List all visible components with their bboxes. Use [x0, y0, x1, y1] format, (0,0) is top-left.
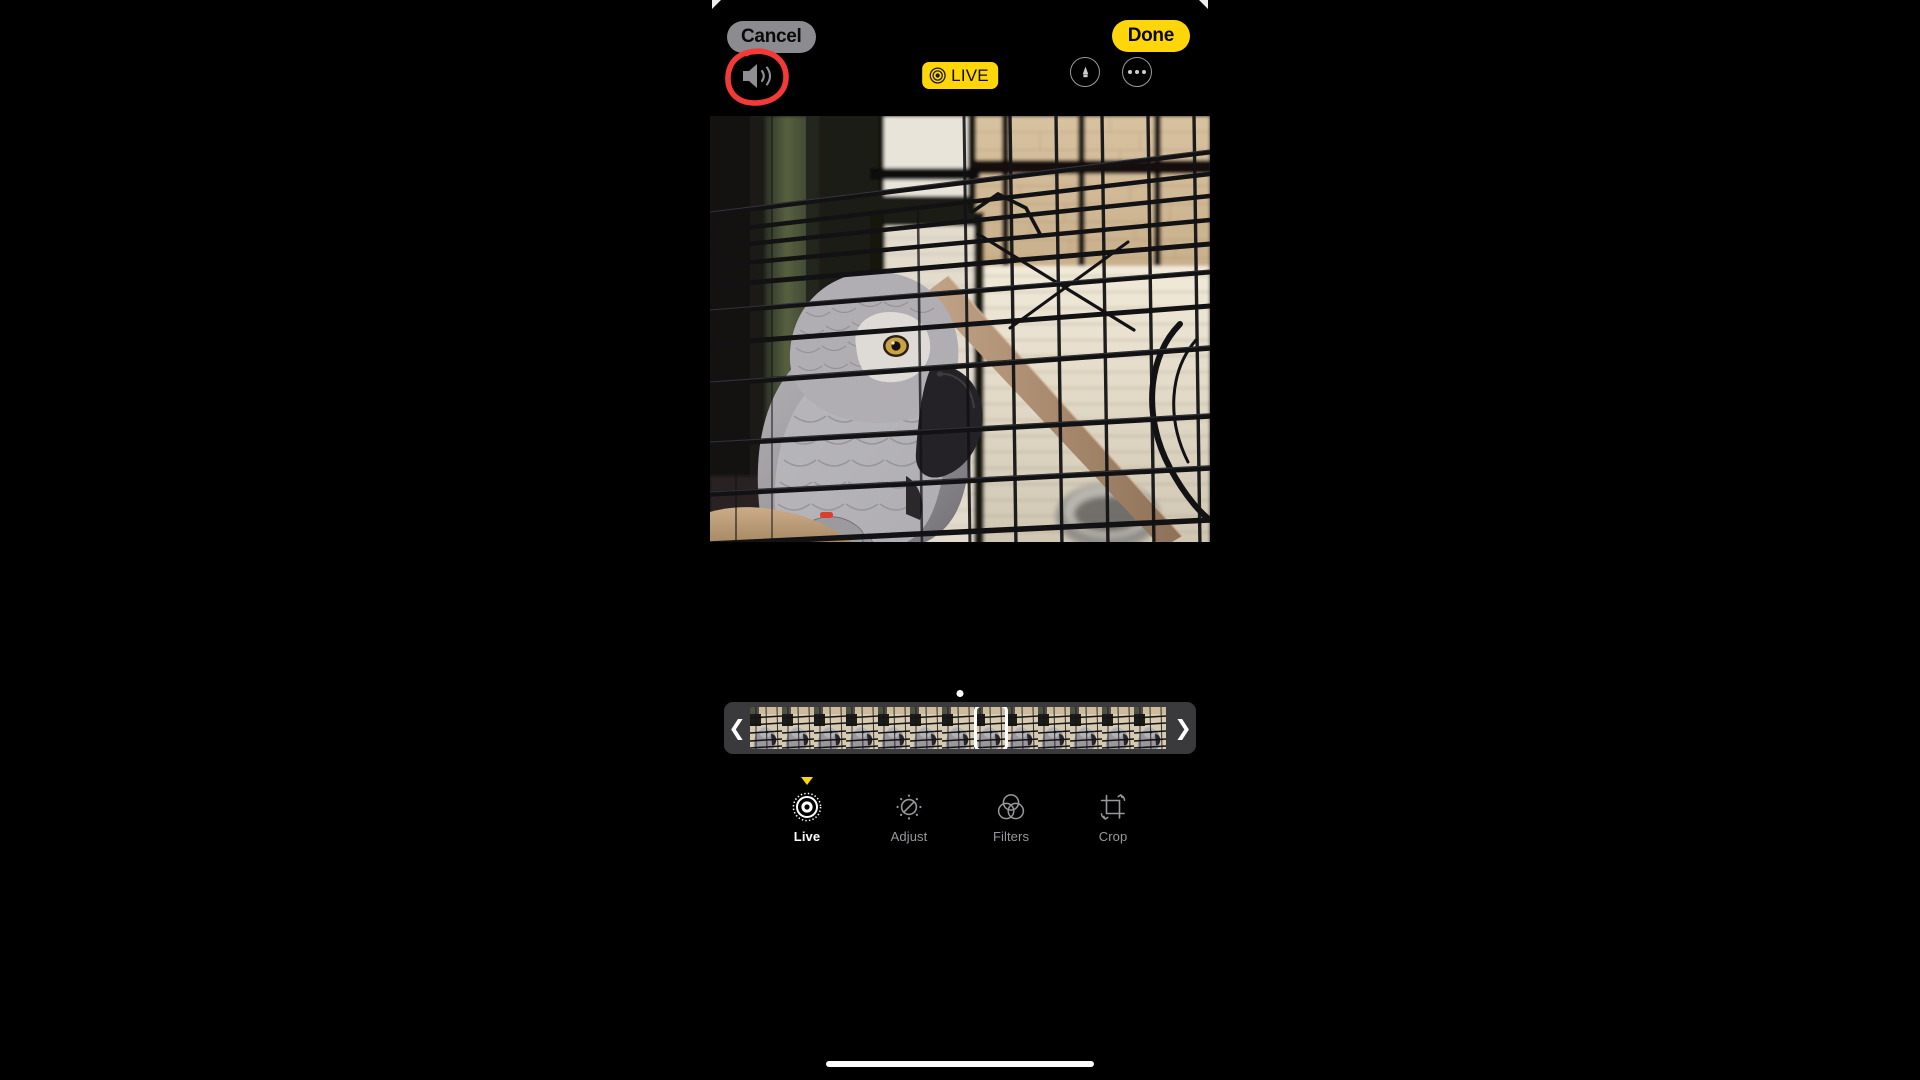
frame-thumbnail-strip	[750, 707, 1166, 749]
photo-preview[interactable]	[710, 116, 1210, 548]
photo-image	[710, 116, 1210, 548]
editor-tool-tabs: Live Adjust Filters Crop	[710, 777, 1210, 844]
status-bar-corner-artifact-right	[1199, 0, 1208, 9]
tab-live-label: Live	[793, 829, 821, 844]
frame-scrubber[interactable]: ❮ ❯	[724, 702, 1196, 754]
tab-crop-label: Crop	[1098, 829, 1128, 844]
active-tool-indicator-triangle	[801, 777, 813, 785]
markup-pen-circle-icon[interactable]	[1070, 57, 1100, 87]
status-bar-corner-artifact-left	[712, 0, 721, 9]
adjust-dial-icon	[894, 790, 924, 824]
tab-filters[interactable]: Filters	[980, 790, 1042, 844]
tab-filters-label: Filters	[992, 829, 1030, 844]
more-ellipsis-circle-icon[interactable]	[1122, 57, 1152, 87]
live-badge-label: LIVE	[951, 65, 989, 85]
tab-crop[interactable]: Crop	[1082, 790, 1144, 844]
frame-thumbnails[interactable]	[750, 707, 1170, 749]
screenshot-root: Cancel Done LIVE ❮ ❯ Live Adjust Filters…	[0, 0, 1920, 1080]
tab-live[interactable]: Live	[776, 777, 838, 844]
filters-circles-icon	[996, 790, 1026, 824]
speaker-wave-icon[interactable]	[740, 60, 776, 92]
home-indicator-bar	[826, 1061, 1094, 1067]
tab-adjust[interactable]: Adjust	[878, 790, 940, 844]
ellipsis-dots	[1127, 70, 1147, 74]
speaker-toggle-group	[724, 48, 790, 106]
done-button[interactable]: Done	[1111, 20, 1190, 52]
phone-viewport: Cancel Done LIVE ❮ ❯ Live Adjust Filters…	[710, 0, 1210, 1080]
scrubber-handle-right[interactable]: ❯	[1170, 718, 1196, 739]
live-photo-icon	[792, 790, 822, 824]
live-photo-icon	[929, 67, 946, 84]
live-badge[interactable]: LIVE	[922, 62, 998, 89]
scrubber-handle-left[interactable]: ❮	[724, 718, 750, 739]
playhead-dot	[956, 690, 964, 697]
crop-rotate-icon	[1098, 790, 1128, 824]
tab-adjust-label: Adjust	[890, 829, 928, 844]
